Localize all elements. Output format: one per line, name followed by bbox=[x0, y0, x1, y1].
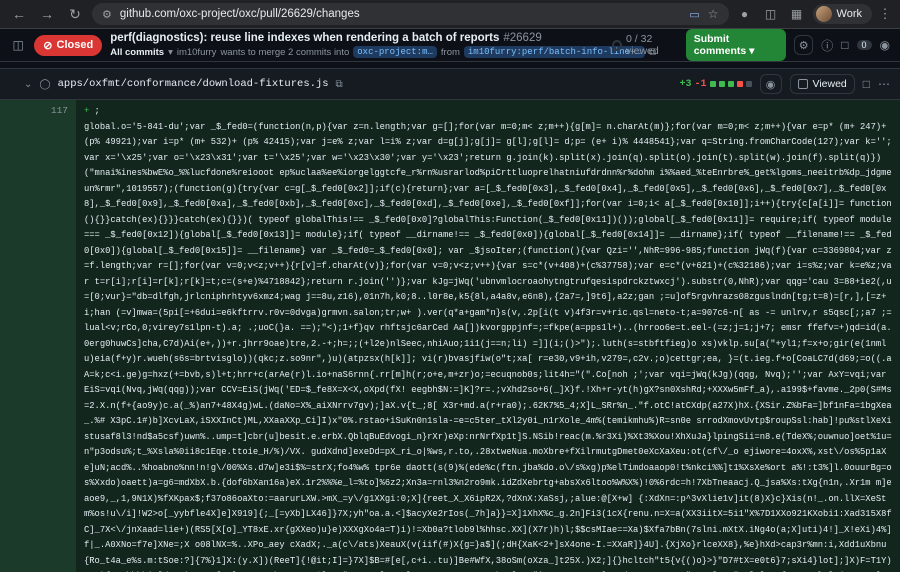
pr-title-text: perf(diagnostics): reuse line indexes wh… bbox=[110, 32, 500, 44]
deletions-count: -1 bbox=[694, 78, 707, 90]
viewed-count-text: 0 / 32 viewed bbox=[626, 33, 659, 57]
file-tree-toggle-icon[interactable]: ◫ bbox=[10, 38, 26, 52]
diff-plus-marker: + bbox=[84, 106, 90, 116]
comment-icon[interactable]: □ bbox=[841, 38, 848, 52]
pr-number: #26629 bbox=[503, 32, 542, 44]
diffstat-add-square bbox=[727, 81, 734, 87]
puzzle-icon[interactable]: ◫ bbox=[761, 4, 781, 24]
cast-icon[interactable]: ▭ bbox=[689, 8, 699, 21]
additions-count: +3 bbox=[679, 78, 692, 90]
viewed-progress: 0 / 32 viewed bbox=[612, 33, 677, 57]
pr-status-badge: ⊘ Closed bbox=[34, 34, 103, 56]
chevron-down-icon: ▾ bbox=[168, 46, 173, 58]
settings-gear-icon[interactable]: ⚙ bbox=[794, 35, 814, 55]
diffstat-del-square bbox=[736, 81, 743, 87]
back-icon[interactable]: ← bbox=[8, 3, 30, 25]
pr-closed-icon: ⊘ bbox=[43, 39, 53, 52]
reload-icon[interactable]: ↻ bbox=[64, 3, 86, 25]
profile-button[interactable]: Work bbox=[812, 4, 872, 24]
collapse-chevron-icon[interactable]: ⌄ bbox=[24, 79, 32, 90]
diffstat-add-square bbox=[709, 81, 716, 87]
site-info-icon[interactable]: ⚙ bbox=[102, 8, 112, 21]
added-code-line[interactable]: + ; global.o='5-841-du';var _$_fed0=(func… bbox=[76, 100, 900, 572]
line-number[interactable]: 117 bbox=[0, 100, 76, 572]
viewed-checkbox-button[interactable]: Viewed bbox=[789, 74, 855, 94]
info-icon[interactable]: ⓘ bbox=[821, 37, 833, 54]
submit-comments-label: Submit comments bbox=[693, 33, 747, 57]
url-text: github.com/oxc-project/oxc/pull/26629/ch… bbox=[119, 8, 360, 20]
copilot-review-icon[interactable]: ◉ bbox=[759, 74, 782, 94]
from-text: from bbox=[440, 46, 460, 58]
pr-subtitle: All commits ▾ im10furry wants to merge 2… bbox=[110, 46, 656, 58]
diffstat-neutral-square bbox=[745, 81, 752, 87]
comment-file-icon[interactable]: □ bbox=[863, 77, 870, 91]
pr-header: ◫ ⊘ Closed perf(diagnostics): reuse line… bbox=[0, 29, 900, 62]
extension-icon[interactable]: ● bbox=[735, 4, 755, 24]
comments-count: 0 bbox=[856, 40, 872, 50]
avatar bbox=[815, 6, 832, 22]
copilot-icon[interactable]: ◉ bbox=[880, 38, 890, 52]
pr-status-label: Closed bbox=[56, 39, 94, 51]
diff-view: 117 + ; global.o='5-841-du';var _$_fed0=(… bbox=[0, 100, 900, 572]
pr-info: perf(diagnostics): reuse line indexes wh… bbox=[110, 32, 656, 58]
diff-stat: +3 -1 bbox=[679, 78, 752, 90]
submit-comments-button[interactable]: Submit comments ▾ bbox=[685, 29, 787, 61]
address-bar[interactable]: ⚙ github.com/oxc-project/oxc/pull/26629/… bbox=[92, 3, 729, 25]
file-path[interactable]: apps/oxfmt/conformance/download-fixtures… bbox=[58, 78, 329, 90]
bookmark-star-icon[interactable]: ☆ bbox=[708, 7, 719, 21]
browser-menu-icon[interactable]: ⋮ bbox=[878, 6, 892, 22]
file-menu-icon[interactable]: ⋯ bbox=[878, 77, 890, 91]
file-header: ⌄ ◯ apps/oxfmt/conformance/download-fixt… bbox=[0, 68, 900, 100]
base-branch[interactable]: oxc-project:m… bbox=[353, 46, 437, 58]
copy-path-icon[interactable]: ⧉ bbox=[336, 79, 343, 90]
browser-toolbar: ← → ↻ ⚙ github.com/oxc-project/oxc/pull/… bbox=[0, 0, 900, 29]
viewed-label: Viewed bbox=[812, 78, 847, 90]
diffstat-add-square bbox=[718, 81, 725, 87]
file-header-actions: +3 -1 ◉ Viewed □ ⋯ bbox=[679, 74, 890, 94]
all-commits-dropdown[interactable]: All commits bbox=[110, 47, 164, 58]
viewed-checkbox[interactable] bbox=[797, 79, 808, 89]
code-content: global.o='5-841-du';var _$_fed0=(functio… bbox=[84, 121, 892, 572]
merge-text: wants to merge 2 commits into bbox=[220, 46, 350, 58]
pr-header-actions: 0 / 32 viewed Submit comments ▾ ⚙ ⓘ □ 0 … bbox=[612, 29, 890, 61]
forward-icon[interactable]: → bbox=[36, 3, 58, 25]
shield-icon: ◯ bbox=[39, 78, 51, 90]
profile-name: Work bbox=[836, 8, 862, 20]
pr-author[interactable]: im10furry bbox=[177, 47, 217, 58]
sidebar-icon[interactable]: ▦ bbox=[787, 4, 807, 24]
pr-title: perf(diagnostics): reuse line indexes wh… bbox=[110, 32, 604, 44]
progress-ring-icon bbox=[612, 39, 623, 51]
